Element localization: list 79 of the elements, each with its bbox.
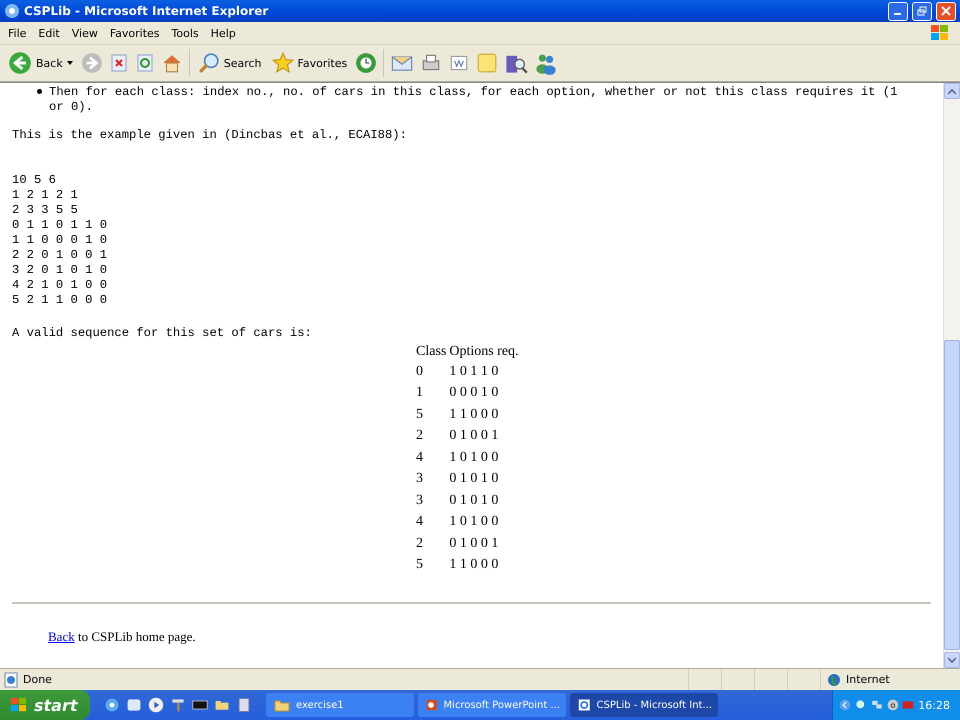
taskbar-button[interactable]: CSPLib - Microsoft Int... (570, 693, 718, 717)
data-line: 4 2 1 0 1 0 0 (12, 278, 108, 293)
table-cell-text: 1 0 1 1 0 (449, 362, 500, 381)
search-button[interactable]: Search (196, 52, 264, 74)
table-cell-text: 5 (416, 406, 424, 424)
scroll-up-button[interactable] (944, 83, 960, 99)
scroll-thumb[interactable] (944, 340, 960, 650)
clock: 16:28 (918, 698, 950, 712)
chevron-left-icon[interactable] (839, 697, 851, 713)
table-cell: 1 (416, 382, 450, 404)
slides-app-icon (426, 697, 438, 713)
close-button[interactable] (936, 2, 956, 20)
taskbar-button[interactable]: Microsoft PowerPoint ... (418, 693, 566, 717)
windows-logo-icon (930, 24, 950, 42)
restore-icon (917, 6, 927, 16)
intro-text: This is the example given in (Dincbas et al., ECAI88): (12, 128, 408, 143)
table-cell-text: 4 (416, 513, 424, 532)
table-cell-text: 1 1 0 0 0 (449, 556, 500, 574)
browser-icon (4, 3, 20, 19)
table-cell-text: 0 1 0 1 0 (449, 492, 500, 510)
caret-icon (66, 61, 73, 65)
windows-logo-icon (10, 697, 28, 713)
data-line: 2 2 0 1 0 0 1 (12, 248, 108, 263)
close-icon (941, 6, 951, 16)
table-cell-text: 4 (416, 448, 424, 467)
folder-icon (274, 698, 290, 712)
window-title: CSPLib - Microsoft Internet Explorer (24, 4, 270, 18)
globe-icon (827, 672, 841, 686)
menu-item[interactable]: Help (204, 26, 242, 40)
table-cell-text: 1 0 1 0 0 (449, 448, 500, 467)
table-cell-text: 0 1 0 0 1 (449, 427, 500, 446)
back-link[interactable]: Back (48, 629, 75, 644)
data-line: 2 3 3 5 5 (12, 203, 79, 218)
search-icon[interactable] (198, 52, 220, 74)
menu-item[interactable]: Edit (32, 26, 66, 40)
data-line: 1 1 0 0 0 1 0 (12, 233, 108, 248)
table-cell: 2 (416, 426, 450, 447)
back-button[interactable]: Back (6, 51, 75, 75)
browser-icon[interactable] (104, 697, 120, 713)
browser-icon (578, 697, 591, 713)
restore-button[interactable] (912, 2, 932, 20)
table-cell-text: 0 (416, 362, 424, 381)
hammer-icon[interactable] (170, 697, 186, 713)
scrollbar[interactable] (943, 83, 960, 668)
column-header: Class (416, 343, 450, 361)
menu-item[interactable]: Favorites (104, 26, 166, 40)
taskbar-button[interactable]: exercise1 (266, 693, 414, 717)
table-cell-text: 0 1 0 1 0 (449, 470, 500, 488)
minimize-button[interactable] (888, 2, 908, 20)
menu-item[interactable]: View (66, 26, 104, 40)
table-cell-text: 5 (416, 556, 424, 574)
data-line: 3 2 0 1 0 1 0 (12, 263, 108, 278)
favorites-button[interactable]: Favorites (270, 52, 350, 74)
page-icon (3, 672, 19, 688)
zone-text: Internet (846, 673, 890, 686)
footer-text: Back to CSPLib home page. (48, 629, 197, 645)
data-line: 5 2 1 1 0 0 0 (12, 293, 108, 308)
stop-icon[interactable] (108, 53, 129, 73)
sequence-intro-text: A valid sequence for this set of cars is: (12, 326, 313, 341)
scroll-down-button[interactable] (944, 652, 960, 668)
bullet-text: Then for each class: index no., no. of cars in this class, for each option, whether or not this class requires it (1 or 0). (12, 85, 931, 115)
table-cell: 3 (416, 468, 450, 490)
menu-item[interactable]: Tools (166, 26, 205, 40)
status-text: Done (23, 673, 53, 686)
data-line: 1 2 1 2 1 (12, 188, 79, 203)
menu-item[interactable]: File (2, 26, 32, 40)
data-line: 0 1 1 0 1 1 0 (12, 218, 108, 233)
star-icon[interactable] (272, 52, 294, 74)
table-cell-text: 0 1 0 0 1 (449, 534, 500, 553)
column-header: Options req. (449, 343, 520, 361)
table-cell-text: 1 1 0 0 0 (449, 406, 500, 424)
table-cell: 2 (416, 533, 450, 554)
table-cell: 3 (416, 490, 450, 512)
data-line: 10 5 6 (12, 173, 57, 188)
table-cell-text: 0 0 0 1 0 (449, 384, 500, 402)
media-player-icon[interactable] (148, 697, 164, 713)
start-button[interactable]: start (0, 690, 90, 720)
table-cell-text: 1 0 1 0 0 (449, 513, 500, 532)
history-icon[interactable] (355, 52, 378, 74)
